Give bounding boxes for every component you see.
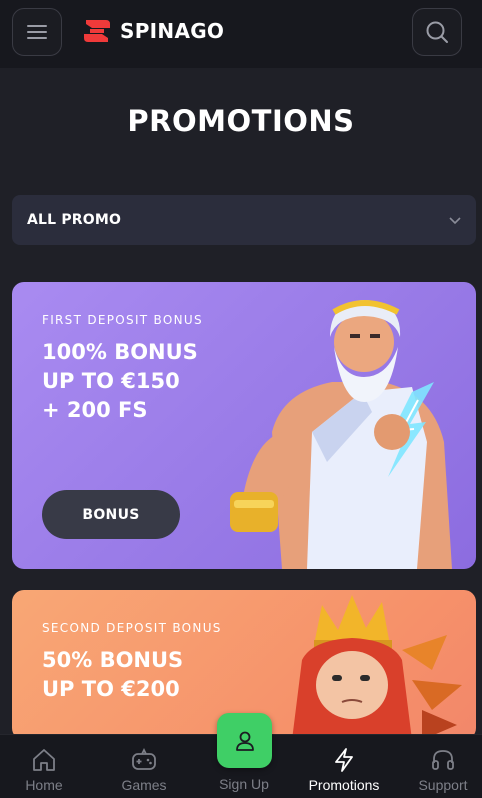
top-header: SPINAGO	[0, 0, 482, 68]
nav-promotions-label: Promotions	[308, 777, 380, 793]
promo-subtitle: SECOND DEPOSIT BONUS	[42, 621, 222, 635]
nav-promotions[interactable]: Promotions	[296, 735, 392, 798]
promo-title-line: UP TO €150	[42, 369, 180, 393]
promo-title: 100% BONUS UP TO €150 + 200 FS	[42, 338, 198, 425]
nav-home[interactable]: Home	[0, 735, 92, 798]
nav-signup-label[interactable]: Sign Up	[194, 776, 294, 792]
gamepad-icon	[132, 747, 156, 770]
nav-support[interactable]: Support	[395, 735, 482, 798]
promo-title-line: + 200 FS	[42, 398, 148, 422]
lightning-icon	[335, 748, 353, 772]
promo-title-line: 100% BONUS	[42, 340, 198, 364]
promo-filter-value: ALL PROMO	[27, 212, 122, 228]
menu-button[interactable]	[12, 8, 62, 56]
nav-games-label: Games	[121, 777, 167, 793]
bonus-button[interactable]: BONUS	[42, 490, 180, 539]
spinago-logo-icon	[84, 20, 110, 42]
warrior-character-illustration	[292, 595, 462, 740]
logo-text: SPINAGO	[120, 19, 225, 43]
search-icon	[426, 21, 448, 43]
nav-games[interactable]: Games	[96, 735, 192, 798]
chevron-down-icon	[449, 217, 461, 225]
promo-filter-select[interactable]: ALL PROMO	[12, 195, 476, 245]
search-button[interactable]	[412, 8, 462, 56]
promo-title-line: 50% BONUS	[42, 648, 184, 672]
hamburger-menu-icon	[27, 25, 47, 39]
headset-icon	[432, 750, 454, 770]
brand-logo[interactable]: SPINAGO	[82, 16, 224, 46]
promo-subtitle: FIRST DEPOSIT BONUS	[42, 313, 203, 327]
nav-home-label: Home	[25, 777, 63, 793]
promo-title-line: UP TO €200	[42, 677, 180, 701]
signup-button[interactable]	[217, 713, 272, 768]
promo-title: 50% BONUS UP TO €200	[42, 646, 183, 704]
user-icon	[235, 731, 254, 751]
page-title: PROMOTIONS	[127, 104, 355, 138]
home-icon	[33, 749, 55, 771]
promo-card-first-deposit[interactable]: FIRST DEPOSIT BONUS 100% BONUS UP TO €15…	[12, 282, 476, 569]
nav-support-label: Support	[418, 777, 468, 793]
zeus-character-illustration	[230, 300, 452, 569]
